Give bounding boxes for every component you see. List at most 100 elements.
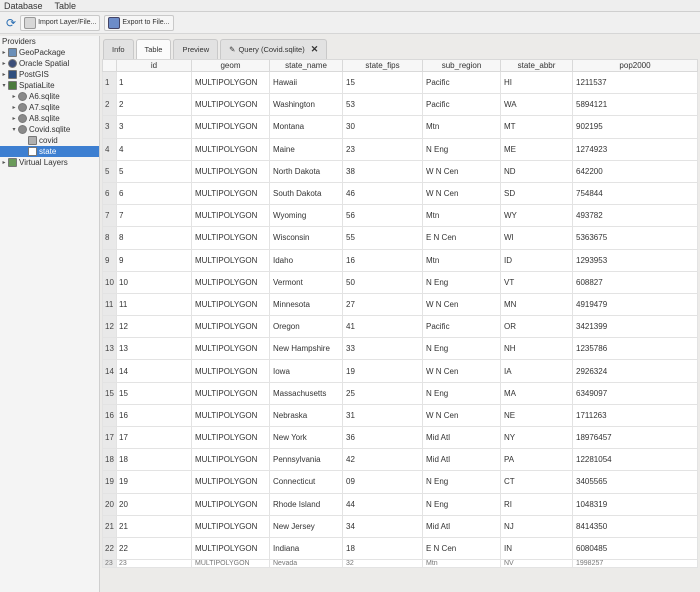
col-header-state-name[interactable]: state_name: [269, 59, 343, 72]
cell-state-name[interactable]: Wyoming: [269, 204, 343, 228]
cell-geom[interactable]: MULTIPOLYGON: [191, 292, 270, 317]
cell-sub-region[interactable]: E N Cen: [422, 226, 501, 250]
cell-state-name[interactable]: Rhode Island: [269, 492, 343, 516]
cell-state-fips[interactable]: 55: [342, 226, 423, 250]
cell-state-abbr[interactable]: PA: [500, 448, 573, 472]
cell-sub-region[interactable]: W N Cen: [422, 292, 501, 317]
cell-geom[interactable]: MULTIPOLYGON: [191, 492, 270, 516]
cell-id[interactable]: 23: [116, 559, 192, 569]
cell-id[interactable]: 1: [116, 70, 192, 95]
row-number[interactable]: 1: [102, 70, 117, 95]
table-row[interactable]: 2 2 MULTIPOLYGON Washington 53 Pacific WA 58941…: [102, 93, 698, 117]
tab-query[interactable]: ✎ Query (Covid.sqlite) ✕: [220, 39, 328, 59]
tree-item-geopackage[interactable]: ▸ GeoPackage: [0, 47, 99, 58]
cell-state-name[interactable]: Maine: [269, 137, 343, 161]
cell-id[interactable]: 14: [116, 359, 192, 383]
cell-pop2000[interactable]: 6080485: [572, 536, 698, 561]
cell-geom[interactable]: MULTIPOLYGON: [191, 448, 270, 472]
cell-state-fips[interactable]: 36: [342, 425, 423, 450]
cell-id[interactable]: 18: [116, 448, 192, 472]
cell-state-name[interactable]: Oregon: [269, 315, 343, 339]
chevron-right-icon[interactable]: ▸: [0, 71, 8, 78]
cell-state-name[interactable]: Connecticut: [269, 470, 343, 494]
cell-state-abbr[interactable]: NH: [500, 337, 573, 361]
cell-id[interactable]: 8: [116, 226, 192, 250]
cell-sub-region[interactable]: N Eng: [422, 137, 501, 161]
cell-state-fips[interactable]: 09: [342, 470, 423, 494]
cell-state-abbr[interactable]: WI: [500, 226, 573, 250]
cell-state-fips[interactable]: 27: [342, 292, 423, 317]
tab-preview[interactable]: Preview: [173, 39, 219, 59]
cell-id[interactable]: 6: [116, 181, 192, 206]
cell-state-fips[interactable]: 50: [342, 270, 423, 294]
cell-state-name[interactable]: Minnesota: [269, 292, 343, 317]
cell-state-abbr[interactable]: WY: [500, 204, 573, 228]
cell-id[interactable]: 17: [116, 425, 192, 450]
table-row[interactable]: 1 1 MULTIPOLYGON Hawaii 15 Pacific HI 1211537: [102, 70, 698, 95]
tree-item-virtual-layers[interactable]: ▸ Virtual Layers: [0, 157, 99, 168]
cell-state-name[interactable]: Massachusetts: [269, 381, 343, 405]
cell-pop2000[interactable]: 6349097: [572, 381, 698, 405]
cell-state-fips[interactable]: 31: [342, 403, 423, 428]
cell-geom[interactable]: MULTIPOLYGON: [191, 248, 270, 272]
cell-state-abbr[interactable]: ID: [500, 248, 573, 272]
cell-geom[interactable]: MULTIPOLYGON: [191, 359, 270, 383]
table-row[interactable]: 11 11 MULTIPOLYGON Minnesota 27 W N Cen MN 4919…: [102, 292, 698, 317]
col-header-geom[interactable]: geom: [191, 59, 270, 72]
cell-state-fips[interactable]: 19: [342, 359, 423, 383]
cell-state-name[interactable]: Idaho: [269, 248, 343, 272]
cell-state-abbr[interactable]: ND: [500, 159, 573, 183]
cell-id[interactable]: 2: [116, 93, 192, 117]
cell-pop2000[interactable]: 12281054: [572, 448, 698, 472]
cell-state-fips[interactable]: 23: [342, 137, 423, 161]
cell-state-abbr[interactable]: ME: [500, 137, 573, 161]
chevron-down-icon[interactable]: ▾: [0, 82, 8, 89]
cell-state-name[interactable]: South Dakota: [269, 181, 343, 206]
chevron-right-icon[interactable]: ▸: [0, 49, 8, 56]
tab-info[interactable]: Info: [103, 39, 134, 59]
row-number[interactable]: 20: [102, 492, 117, 516]
cell-state-abbr[interactable]: WA: [500, 93, 573, 117]
cell-sub-region[interactable]: W N Cen: [422, 403, 501, 428]
tree-item-a6-sqlite[interactable]: ▸ A6.sqlite: [0, 91, 99, 102]
cell-sub-region[interactable]: N Eng: [422, 337, 501, 361]
row-number[interactable]: 12: [102, 315, 117, 339]
cell-sub-region[interactable]: W N Cen: [422, 181, 501, 206]
table-row[interactable]: 10 10 MULTIPOLYGON Vermont 50 N Eng VT 608827: [102, 270, 698, 294]
cell-pop2000[interactable]: 3405565: [572, 470, 698, 494]
chevron-right-icon[interactable]: ▸: [0, 159, 8, 166]
cell-pop2000[interactable]: 8414350: [572, 514, 698, 538]
cell-id[interactable]: 12: [116, 315, 192, 339]
menu-table[interactable]: Table: [55, 1, 77, 11]
row-number[interactable]: 2: [102, 93, 117, 117]
cell-pop2000[interactable]: 4919479: [572, 292, 698, 317]
cell-state-fips[interactable]: 33: [342, 337, 423, 361]
cell-state-fips[interactable]: 56: [342, 204, 423, 228]
cell-geom[interactable]: MULTIPOLYGON: [191, 315, 270, 339]
cell-state-abbr[interactable]: RI: [500, 492, 573, 516]
cell-state-abbr[interactable]: IA: [500, 359, 573, 383]
cell-state-fips[interactable]: 41: [342, 315, 423, 339]
chevron-right-icon[interactable]: ▸: [10, 93, 18, 100]
col-header-state-abbr[interactable]: state_abbr: [500, 59, 573, 72]
cell-state-fips[interactable]: 25: [342, 381, 423, 405]
cell-pop2000[interactable]: 3421399: [572, 315, 698, 339]
table-row[interactable]: 12 12 MULTIPOLYGON Oregon 41 Pacific OR 3421399: [102, 315, 698, 339]
cell-geom[interactable]: MULTIPOLYGON: [191, 115, 270, 139]
tab-table[interactable]: Table: [135, 39, 172, 59]
cell-geom[interactable]: MULTIPOLYGON: [191, 425, 270, 450]
cell-sub-region[interactable]: N Eng: [422, 270, 501, 294]
cell-state-name[interactable]: New Hampshire: [269, 337, 343, 361]
cell-sub-region[interactable]: Mtn: [422, 204, 501, 228]
cell-pop2000[interactable]: 5894121: [572, 93, 698, 117]
cell-sub-region[interactable]: Mtn: [422, 559, 501, 569]
cell-sub-region[interactable]: Mid Atl: [422, 514, 501, 538]
cell-id[interactable]: 9: [116, 248, 192, 272]
row-number[interactable]: 10: [102, 270, 117, 294]
cell-state-name[interactable]: Wisconsin: [269, 226, 343, 250]
cell-state-abbr[interactable]: OR: [500, 315, 573, 339]
row-number[interactable]: 23: [102, 559, 117, 569]
cell-state-name[interactable]: Iowa: [269, 359, 343, 383]
table-row[interactable]: 4 4 MULTIPOLYGON Maine 23 N Eng ME 1274923: [102, 137, 698, 161]
cell-geom[interactable]: MULTIPOLYGON: [191, 337, 270, 361]
